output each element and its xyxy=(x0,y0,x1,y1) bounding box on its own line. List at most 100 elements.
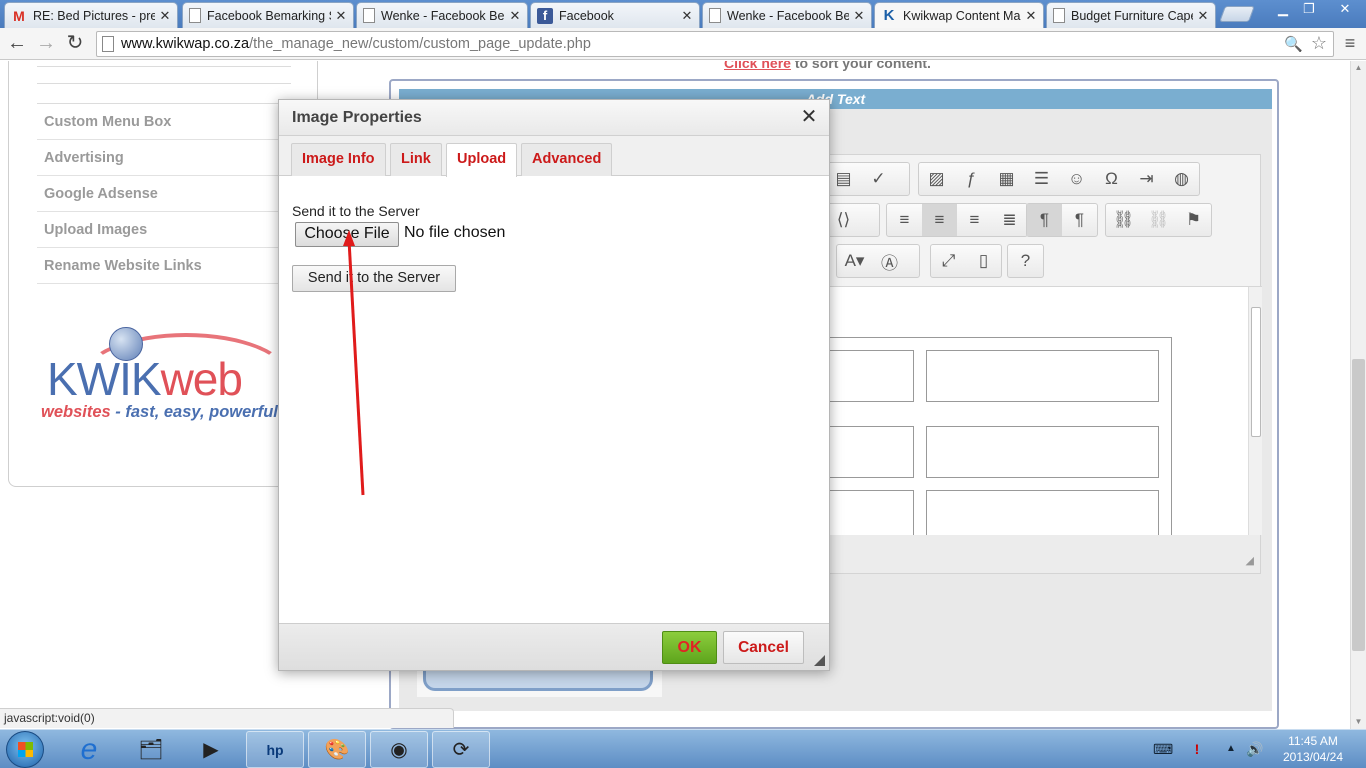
internet-explorer-icon[interactable]: e xyxy=(60,731,118,768)
forward-icon[interactable]: → xyxy=(34,32,58,56)
close-tab-icon[interactable]: ✕ xyxy=(159,8,171,24)
dialog-header[interactable]: Image Properties ✕ xyxy=(279,100,829,136)
paste-text-icon[interactable]: ▤ xyxy=(826,163,861,195)
close-tab-icon[interactable]: ✕ xyxy=(1025,8,1037,24)
close-icon[interactable]: ✕ xyxy=(799,106,819,128)
scroll-up-icon[interactable]: ▲ xyxy=(1351,63,1366,72)
browser-tab[interactable]: M RE: Bed Pictures - pretty ✕ xyxy=(4,2,178,28)
send-to-server-button[interactable]: Send it to the Server xyxy=(292,265,456,292)
close-tab-icon[interactable]: ✕ xyxy=(335,8,347,24)
resize-grip-icon[interactable] xyxy=(814,655,825,666)
browser-tab-active[interactable]: K Kwikwap Content Manager ✕ xyxy=(874,2,1044,28)
browser-tab-strip: M RE: Bed Pictures - pretty ✕ Facebook B… xyxy=(0,0,1366,28)
tab-title: Facebook Bemarking Syst xyxy=(207,8,331,23)
url-text[interactable]: www.kwikwap.co.za/the_manage_new/custom/… xyxy=(121,36,591,52)
volume-icon[interactable]: 🔊 xyxy=(1246,740,1264,758)
text-color-icon[interactable]: A▾ xyxy=(837,245,872,277)
show-hidden-icons[interactable]: ▲ xyxy=(1222,740,1240,758)
image-icon[interactable]: ▨ xyxy=(919,163,954,195)
spellcheck-icon[interactable]: ✓ xyxy=(861,163,896,195)
choose-file-button[interactable]: Choose File xyxy=(295,222,399,247)
hp-icon[interactable]: hp xyxy=(246,731,304,768)
rtl-icon[interactable]: ¶ xyxy=(1062,204,1097,236)
sidebar-item-google-adsense[interactable]: Google Adsense xyxy=(37,176,291,212)
chrome-icon[interactable]: ◉ xyxy=(370,731,428,768)
scrollbar-thumb[interactable] xyxy=(1251,307,1261,437)
tab-link[interactable]: Link xyxy=(390,143,442,176)
tab-title: Wenke - Facebook Berigte xyxy=(727,8,849,23)
logo-wordmark: KWIKweb xyxy=(47,353,243,405)
sidebar-item-upload-images[interactable]: Upload Images xyxy=(37,212,291,248)
close-tab-icon[interactable]: ✕ xyxy=(681,8,693,24)
page-scrollbar[interactable]: ▲ ▼ xyxy=(1350,61,1366,729)
unlink-icon[interactable]: ⛓ xyxy=(1141,204,1176,236)
close-window-icon[interactable]: ✕ xyxy=(1326,0,1364,20)
anchor-flag-icon[interactable]: ⚑ xyxy=(1176,204,1211,236)
keyboard-icon[interactable]: ⌨ xyxy=(1153,740,1173,758)
image-preview xyxy=(417,663,662,697)
bookmark-star-icon[interactable]: ☆ xyxy=(1311,33,1327,54)
browser-tab[interactable]: Wenke - Facebook Berigte ✕ xyxy=(702,2,872,28)
clock[interactable]: 11:45 AM 2013/04/24 xyxy=(1268,733,1358,765)
restore-icon[interactable]: ❐ xyxy=(1296,0,1322,20)
sidebar-item-custom-menu-box[interactable]: Custom Menu Box xyxy=(37,104,291,140)
maximize-icon[interactable]: ⤢ xyxy=(931,245,966,277)
resize-grip-icon[interactable]: ◢ xyxy=(1246,554,1254,567)
editor-content-area[interactable]: ds xyxy=(800,286,1262,535)
zoom-icon[interactable]: 🔍 xyxy=(1284,35,1303,53)
alert-icon[interactable]: ! xyxy=(1188,740,1206,758)
click-here-link[interactable]: Click here xyxy=(724,61,791,71)
scroll-down-icon[interactable]: ▼ xyxy=(1351,717,1366,726)
help-icon[interactable]: ? xyxy=(1008,245,1043,277)
ok-button[interactable]: OK xyxy=(662,631,717,664)
file-explorer-icon[interactable]: 🗂 xyxy=(122,731,180,768)
link-icon[interactable]: ⛓ xyxy=(1106,204,1141,236)
clock-date: 2013/04/24 xyxy=(1282,750,1344,764)
table-cell[interactable] xyxy=(926,426,1159,478)
paint-icon[interactable]: 🎨 xyxy=(308,731,366,768)
tab-image-info[interactable]: Image Info xyxy=(291,143,386,176)
back-icon[interactable]: ← xyxy=(5,32,29,56)
special-char-icon[interactable]: Ω xyxy=(1094,163,1129,195)
iframe-icon[interactable]: ◍ xyxy=(1164,163,1199,195)
div-icon[interactable]: ⟨⟩ xyxy=(826,204,861,236)
address-bar[interactable]: www.kwikwap.co.za/the_manage_new/custom/… xyxy=(96,31,1334,57)
editor-scrollbar[interactable] xyxy=(1248,287,1262,535)
cancel-button[interactable]: Cancel xyxy=(723,631,804,664)
page-break-icon[interactable]: ⇥ xyxy=(1129,163,1164,195)
close-tab-icon[interactable]: ✕ xyxy=(853,8,865,24)
browser-tab[interactable]: Facebook Bemarking Syst ✕ xyxy=(182,2,354,28)
reload-icon[interactable]: ↻ xyxy=(63,32,87,56)
horizontal-rule-icon[interactable]: ☰ xyxy=(1024,163,1059,195)
tab-upload[interactable]: Upload xyxy=(446,143,518,177)
start-button[interactable] xyxy=(6,731,44,768)
sidebar-item-rename-website-links[interactable]: Rename Website Links xyxy=(37,248,291,284)
table-cell[interactable] xyxy=(926,350,1159,402)
update-app-icon[interactable]: ⟳ xyxy=(432,731,490,768)
smiley-icon[interactable]: ☺ xyxy=(1059,163,1094,195)
close-tab-icon[interactable]: ✕ xyxy=(1197,8,1209,24)
browser-tab[interactable]: Wenke - Facebook Berigte ✕ xyxy=(356,2,528,28)
tab-advanced[interactable]: Advanced xyxy=(521,143,613,176)
show-blocks-icon[interactable]: ▯ xyxy=(966,245,1001,277)
align-center-icon[interactable]: ≡ xyxy=(922,204,957,236)
table-icon[interactable]: ▦ xyxy=(989,163,1024,195)
justify-icon[interactable]: ≣ xyxy=(992,204,1027,236)
new-tab-button[interactable] xyxy=(1219,6,1255,22)
menu-icon[interactable]: ≡ xyxy=(1340,33,1360,53)
browser-tab[interactable]: f Facebook ✕ xyxy=(530,2,700,28)
facebook-icon: f xyxy=(537,7,553,24)
scrollbar-thumb[interactable] xyxy=(1352,359,1365,651)
align-right-icon[interactable]: ≡ xyxy=(957,204,992,236)
flash-icon[interactable]: ƒ xyxy=(954,163,989,195)
minimize-icon[interactable]: ▁ xyxy=(1270,0,1296,20)
ltr-icon[interactable]: ¶ xyxy=(1027,204,1062,236)
close-tab-icon[interactable]: ✕ xyxy=(509,8,521,24)
background-color-icon[interactable]: Ⓐ xyxy=(872,245,907,277)
tab-title: Wenke - Facebook Berigte xyxy=(381,8,505,23)
media-player-icon[interactable]: ▶ xyxy=(182,731,240,768)
browser-tab[interactable]: Budget Furniture Cape T ✕ xyxy=(1046,2,1216,28)
align-left-icon[interactable]: ≡ xyxy=(887,204,922,236)
sidebar-item-advertising[interactable]: Advertising xyxy=(37,140,291,176)
table-cell[interactable] xyxy=(926,490,1159,535)
